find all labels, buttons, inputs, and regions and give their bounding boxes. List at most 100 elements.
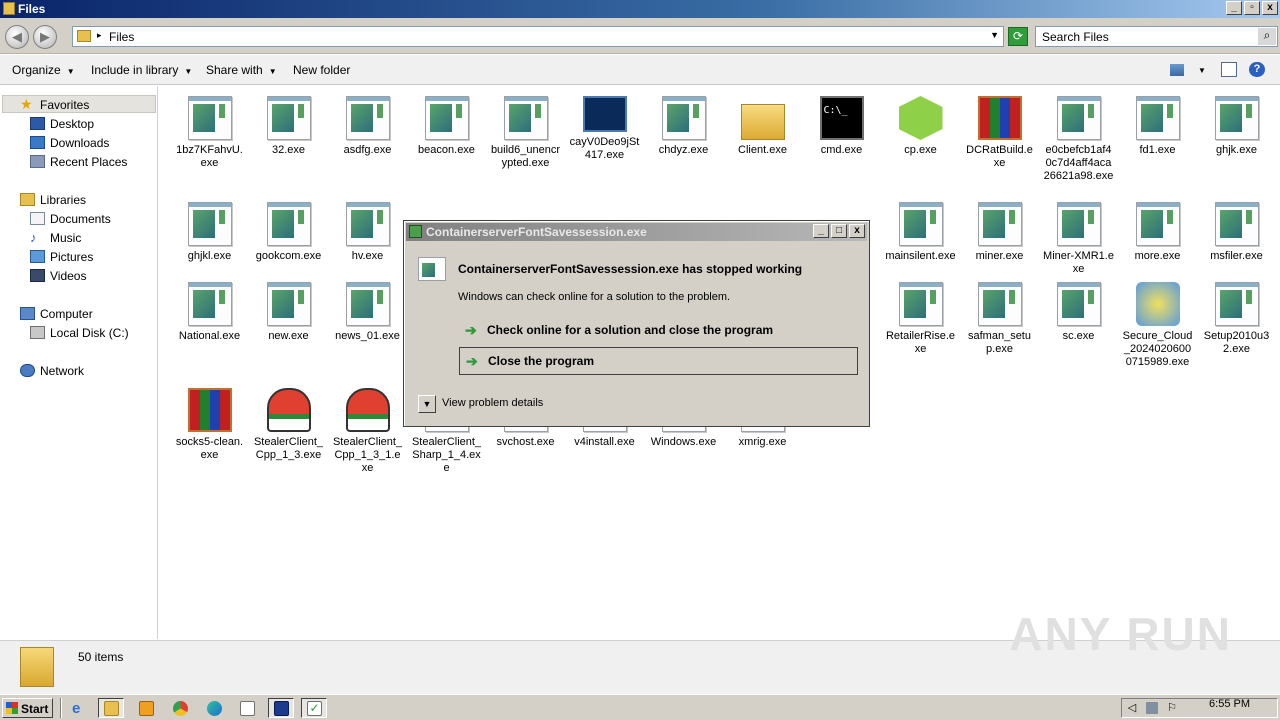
- search-icon[interactable]: ⌕: [1258, 28, 1276, 45]
- file-item[interactable]: StealerClient_Cpp_1_3.exe: [249, 388, 328, 462]
- close-button[interactable]: x: [1262, 1, 1278, 15]
- file-item[interactable]: Secure_Cloud_20240206000715989.exe: [1118, 282, 1197, 369]
- file-item[interactable]: Setup2010u32.exe: [1197, 282, 1276, 356]
- taskbar-explorer[interactable]: [98, 698, 124, 718]
- file-item[interactable]: asdfg.exe: [328, 96, 407, 157]
- file-item[interactable]: Miner-XMR1.exe: [1039, 202, 1118, 276]
- file-item[interactable]: beacon.exe: [407, 96, 486, 157]
- share-with-button[interactable]: Share with ▼: [206, 63, 277, 77]
- file-item[interactable]: gookcom.exe: [249, 202, 328, 263]
- start-button[interactable]: Start: [2, 698, 53, 718]
- file-item[interactable]: msfiler.exe: [1197, 202, 1276, 263]
- application-icon: [1214, 96, 1259, 140]
- file-item[interactable]: build6_unencrypted.exe: [486, 96, 565, 170]
- file-item[interactable]: StealerClient_Cpp_1_3_1.exe: [328, 388, 407, 475]
- file-item[interactable]: socks5-clean.exe: [170, 388, 249, 462]
- file-item[interactable]: more.exe: [1118, 202, 1197, 263]
- file-item[interactable]: 32.exe: [249, 96, 328, 157]
- speaker-icon[interactable]: ◁: [1126, 702, 1138, 714]
- new-folder-button[interactable]: New folder: [293, 63, 350, 77]
- network-tray-icon[interactable]: [1146, 702, 1158, 714]
- search-box[interactable]: ⌕: [1035, 26, 1278, 47]
- restore-button[interactable]: ▫: [1244, 1, 1260, 15]
- file-item[interactable]: cp.exe: [881, 96, 960, 157]
- breadcrumb[interactable]: Files: [109, 30, 134, 44]
- forward-button[interactable]: ▶: [33, 25, 57, 49]
- check-online-option[interactable]: ➔ Check online for a solution and close …: [459, 317, 858, 345]
- taskbar-media-player[interactable]: [133, 698, 159, 718]
- taskbar-program[interactable]: [268, 698, 294, 718]
- include-in-library-button[interactable]: Include in library ▼: [91, 63, 192, 77]
- file-item[interactable]: chdyz.exe: [644, 96, 723, 157]
- file-name: build6_unencrypted.exe: [490, 144, 561, 169]
- application-icon: [1135, 96, 1180, 140]
- file-item[interactable]: cayV0Deo9jSt417.exe: [565, 96, 644, 162]
- chevron-down-icon[interactable]: ▼: [1198, 66, 1206, 75]
- nav-computer[interactable]: Computer: [20, 307, 93, 321]
- nav-documents[interactable]: Documents: [30, 212, 111, 226]
- application-icon: [977, 282, 1022, 326]
- maximize-button[interactable]: □: [831, 224, 847, 238]
- installer-icon: [1135, 282, 1180, 326]
- application-icon: [187, 282, 232, 326]
- file-item[interactable]: miner.exe: [960, 202, 1039, 263]
- file-item[interactable]: mainsilent.exe: [881, 202, 960, 263]
- file-name: DCRatBuild.exe: [966, 144, 1033, 169]
- chevron-down-icon[interactable]: ▼: [990, 30, 999, 40]
- search-input[interactable]: [1042, 30, 1252, 44]
- file-name: gookcom.exe: [255, 250, 322, 262]
- file-item[interactable]: Client.exe: [723, 96, 802, 157]
- nav-local-disk[interactable]: Local Disk (C:): [30, 326, 129, 340]
- dialog-title: ContainerserverFontSavessession.exe: [426, 225, 647, 239]
- file-item[interactable]: new.exe: [249, 282, 328, 343]
- chevron-right-icon[interactable]: ▸: [97, 30, 102, 41]
- help-icon[interactable]: ?: [1249, 62, 1265, 77]
- nav-downloads[interactable]: Downloads: [30, 136, 109, 150]
- file-item[interactable]: hv.exe: [328, 202, 407, 263]
- file-item[interactable]: RetailerRise.exe: [881, 282, 960, 356]
- taskbar-edge[interactable]: [201, 698, 227, 718]
- nav-network[interactable]: Network: [20, 364, 84, 378]
- file-item[interactable]: fd1.exe: [1118, 96, 1197, 157]
- file-item[interactable]: ghjk.exe: [1197, 96, 1276, 157]
- file-item[interactable]: C:\_ cmd.exe: [802, 96, 881, 157]
- nav-recent-places[interactable]: Recent Places: [30, 155, 127, 169]
- minimize-button[interactable]: _: [1226, 1, 1242, 15]
- flag-icon[interactable]: ⚐: [1166, 702, 1178, 714]
- file-item[interactable]: 1bz7KFahvU.exe: [170, 96, 249, 170]
- nav-desktop[interactable]: Desktop: [30, 117, 94, 131]
- taskbar-ie[interactable]: e: [66, 698, 92, 718]
- file-item[interactable]: safman_setup.exe: [960, 282, 1039, 356]
- close-program-option[interactable]: ➔ Close the program: [459, 347, 858, 375]
- nav-libraries[interactable]: Libraries: [20, 193, 86, 207]
- taskbar-chrome[interactable]: [167, 698, 193, 718]
- taskbar-app[interactable]: [234, 698, 260, 718]
- file-item[interactable]: ghjkl.exe: [170, 202, 249, 263]
- desktop-icon: [30, 117, 45, 130]
- file-item[interactable]: DCRatBuild.exe: [960, 96, 1039, 170]
- file-name: e0cbefcb1af40c7d4aff4aca26621a98.exe: [1043, 144, 1114, 182]
- view-icon[interactable]: [1170, 64, 1184, 76]
- close-button[interactable]: x: [849, 224, 865, 238]
- nav-music[interactable]: ♪ Music: [30, 231, 81, 245]
- file-item[interactable]: National.exe: [170, 282, 249, 343]
- nav-favorites[interactable]: ★ Favorites: [20, 97, 89, 112]
- minimize-button[interactable]: _: [813, 224, 829, 238]
- taskbar-error-reporting[interactable]: ✓: [301, 698, 327, 718]
- file-item[interactable]: e0cbefcb1af40c7d4aff4aca26621a98.exe: [1039, 96, 1118, 183]
- view-problem-details[interactable]: View problem details: [442, 397, 543, 409]
- archive-icon: [977, 96, 1022, 140]
- nav-videos[interactable]: Videos: [30, 269, 86, 283]
- arrow-right-icon: ➔: [466, 353, 478, 369]
- refresh-button[interactable]: ⟳: [1008, 27, 1028, 46]
- nav-pictures[interactable]: Pictures: [30, 250, 93, 264]
- expand-details-button[interactable]: ▼: [418, 395, 436, 413]
- back-button[interactable]: ◀: [5, 25, 29, 49]
- file-item[interactable]: sc.exe: [1039, 282, 1118, 343]
- organize-button[interactable]: Organize ▼: [12, 63, 75, 77]
- address-bar[interactable]: ▸ Files ▼: [72, 26, 1004, 47]
- taskbar: Start e ✓ ◁ ⚐ 6:55 PM: [0, 694, 1280, 720]
- preview-pane-icon[interactable]: [1221, 62, 1237, 77]
- file-item[interactable]: news_01.exe: [328, 282, 407, 343]
- edge-icon: [207, 701, 222, 716]
